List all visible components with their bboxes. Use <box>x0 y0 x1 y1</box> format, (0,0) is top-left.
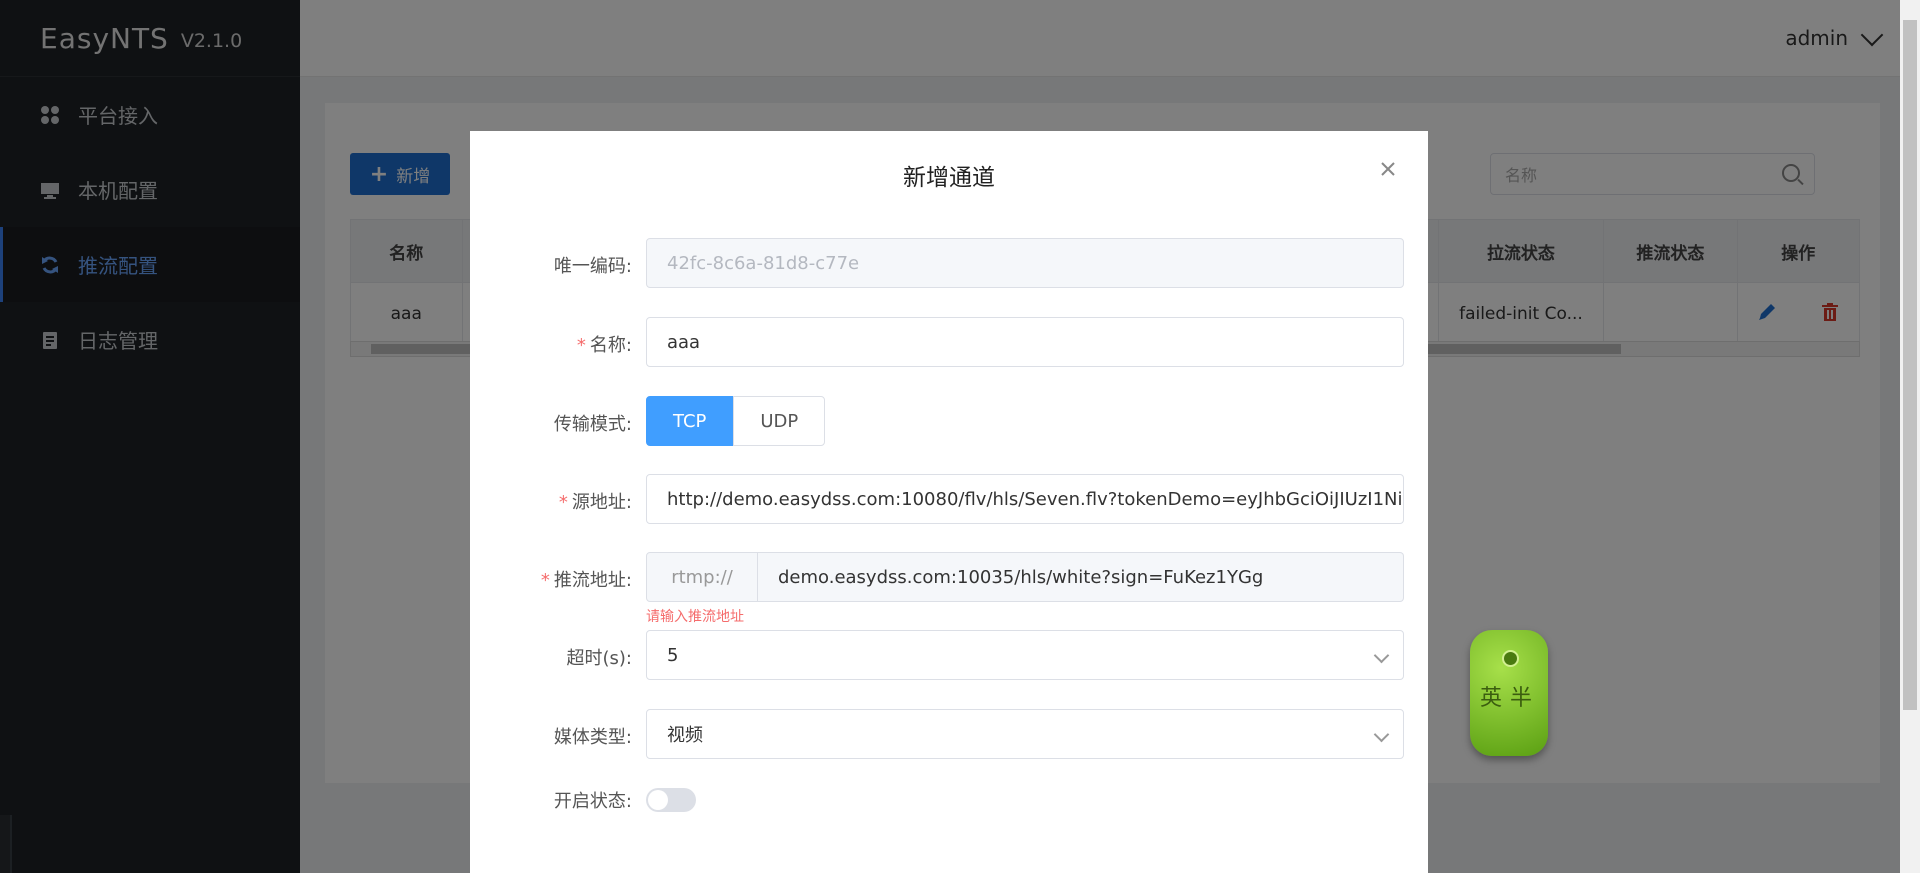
timeout-select[interactable]: 5 <box>646 630 1404 680</box>
floating-widget[interactable]: 英半 <box>1470 630 1548 756</box>
chevron-down-icon <box>1373 726 1390 743</box>
source-field[interactable]: http://demo.easydss.com:10080/flv/hls/Se… <box>646 474 1404 524</box>
close-icon[interactable] <box>1378 159 1398 179</box>
page-scrollbar-thumb[interactable] <box>1903 20 1917 710</box>
uid-field: 42fc-8c6a-81d8-c77e <box>646 238 1404 288</box>
widget-hole <box>1502 650 1519 667</box>
push-label: * 推流地址: <box>540 570 632 591</box>
transport-udp[interactable]: UDP <box>733 396 826 446</box>
add-channel-dialog: 新增通道 唯一编码: 42fc-8c6a-81d8-c77e * 名称: aaa … <box>470 131 1428 873</box>
dialog-title: 新增通道 <box>903 165 995 191</box>
transport-tcp[interactable]: TCP <box>646 396 734 446</box>
name-field[interactable]: aaa <box>646 317 1404 367</box>
transport-label: 传输模式: <box>553 414 632 435</box>
source-label: * 源地址: <box>558 492 632 513</box>
media-value: 视频 <box>667 725 703 746</box>
name-label: * 名称: <box>576 335 632 356</box>
timeout-label: 超时(s): <box>566 648 633 669</box>
uid-label: 唯一编码: <box>553 256 632 277</box>
media-label: 媒体类型: <box>553 727 632 748</box>
push-error: 请输入推流地址 <box>646 609 744 625</box>
enabled-switch[interactable] <box>646 788 696 812</box>
widget-text: 英半 <box>1480 686 1541 711</box>
required-mark: * <box>540 570 550 591</box>
transport-toggle: TCP UDP <box>646 396 826 446</box>
push-field[interactable]: demo.easydss.com:10035/hls/white?sign=Fu… <box>758 552 1404 602</box>
required-mark: * <box>558 492 568 513</box>
chevron-down-icon <box>1373 647 1390 664</box>
timeout-value: 5 <box>667 644 679 666</box>
enabled-label: 开启状态: <box>553 791 632 812</box>
switch-knob <box>648 790 668 810</box>
required-mark: * <box>576 335 586 356</box>
push-prefix: rtmp:// <box>646 552 758 602</box>
page-scrollbar[interactable] <box>1900 0 1920 873</box>
media-select[interactable]: 视频 <box>646 709 1404 759</box>
